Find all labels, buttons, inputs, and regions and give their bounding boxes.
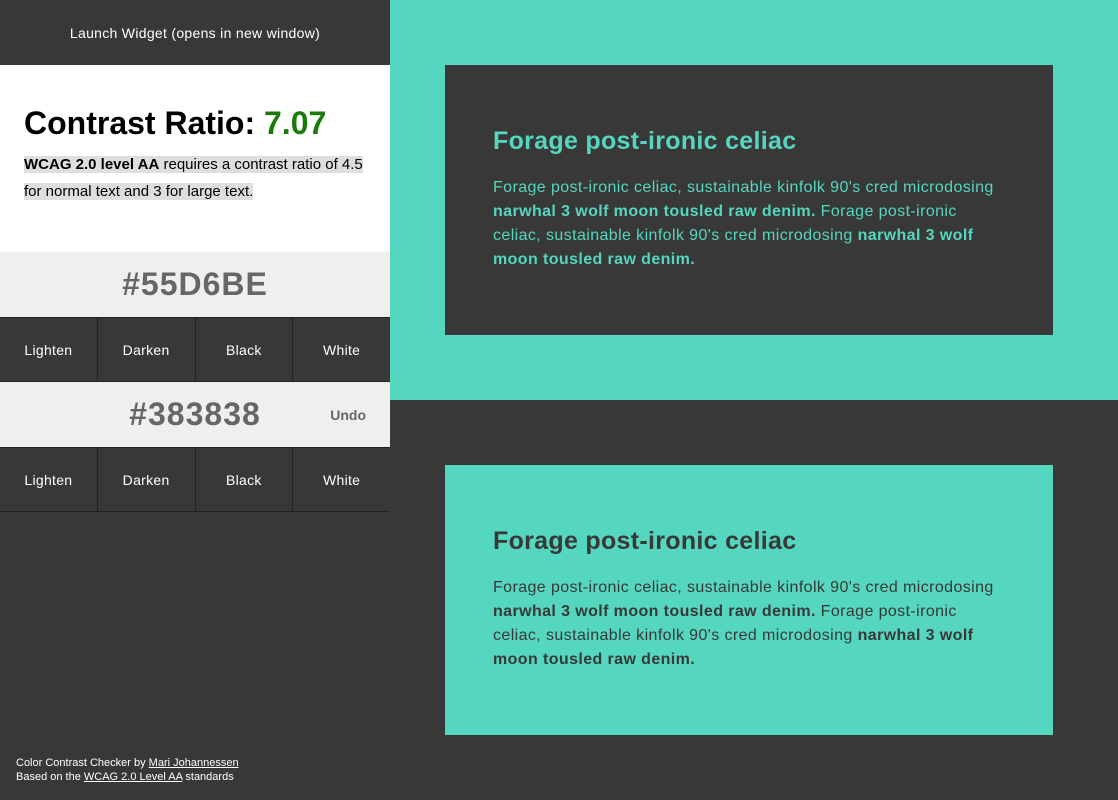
wcag-level: WCAG 2.0 level AA	[24, 156, 160, 173]
sidebar: Launch Widget (opens in new window) Cont…	[0, 0, 390, 800]
credits-standard-prefix: Based on the	[16, 771, 84, 783]
undo-button[interactable]: Undo	[330, 407, 366, 423]
preview-heading: Forage post-ironic celiac	[493, 127, 797, 155]
preview-light-background: Forage post-ironic celiac Forage post-ir…	[390, 0, 1118, 400]
foreground-color-row: #55D6BE	[0, 252, 390, 317]
foreground-lighten-button[interactable]: Lighten	[0, 318, 98, 381]
background-black-button[interactable]: Black	[195, 448, 294, 511]
credits-prefix: Color Contrast Checker by	[16, 757, 149, 769]
preview-card-dark: Forage post-ironic celiac Forage post-ir…	[445, 65, 1053, 335]
contrast-ratio-heading: Contrast Ratio: 7.07	[24, 105, 366, 141]
background-controls: Lighten Darken Black White	[0, 447, 390, 512]
preview-card-light: Forage post-ironic celiac Forage post-ir…	[445, 465, 1053, 735]
background-darken-button[interactable]: Darken	[97, 448, 196, 511]
credits-standard-suffix: standards	[182, 771, 234, 783]
foreground-white-button[interactable]: White	[293, 318, 390, 381]
credits: Color Contrast Checker by Mari Johanness…	[16, 756, 239, 784]
foreground-controls: Lighten Darken Black White	[0, 317, 390, 382]
background-white-button[interactable]: White	[293, 448, 390, 511]
contrast-ratio-panel: Contrast Ratio: 7.07 WCAG 2.0 level AA r…	[0, 65, 390, 252]
launch-widget-button[interactable]: Launch Widget (opens in new window)	[0, 0, 390, 65]
contrast-ratio-label: Contrast Ratio:	[24, 105, 256, 141]
author-link[interactable]: Mari Johannessen	[149, 757, 239, 769]
background-color-row: #383838 Undo	[0, 382, 390, 447]
wcag-note: WCAG 2.0 level AA requires a contrast ra…	[24, 151, 366, 205]
background-lighten-button[interactable]: Lighten	[0, 448, 98, 511]
preview-heading: Forage post-ironic celiac	[493, 527, 797, 555]
preview-body: Forage post-ironic celiac, sustainable k…	[493, 179, 994, 268]
preview-dark-background: Forage post-ironic celiac Forage post-ir…	[390, 400, 1118, 800]
foreground-hex-input[interactable]: #55D6BE	[122, 266, 268, 303]
credits-line-standard: Based on the WCAG 2.0 Level AA standards	[16, 770, 239, 784]
preview-body: Forage post-ironic celiac, sustainable k…	[493, 579, 994, 668]
background-hex-input[interactable]: #383838	[129, 396, 261, 433]
foreground-black-button[interactable]: Black	[195, 318, 294, 381]
contrast-ratio-value: 7.07	[264, 105, 327, 141]
wcag-standard-link[interactable]: WCAG 2.0 Level AA	[84, 771, 182, 783]
credits-line-author: Color Contrast Checker by Mari Johanness…	[16, 756, 239, 770]
foreground-darken-button[interactable]: Darken	[97, 318, 196, 381]
